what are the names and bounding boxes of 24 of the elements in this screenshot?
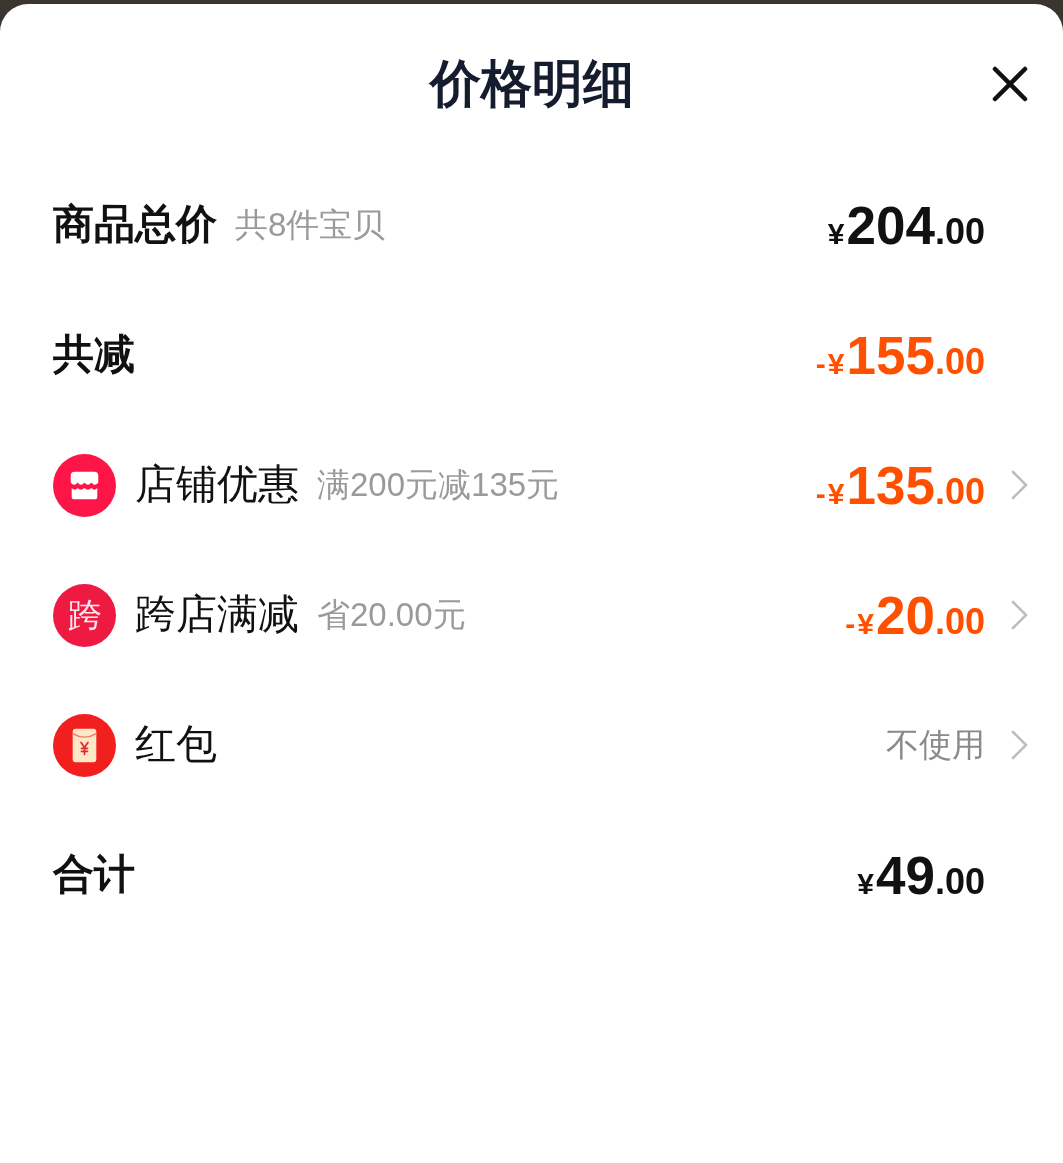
money-envelope-icon	[53, 713, 116, 777]
store-icon	[53, 453, 116, 517]
row-value: 不使用	[886, 725, 985, 765]
row-label: 跨店满减	[135, 590, 299, 640]
row-label: 合计	[53, 850, 135, 900]
chevron-icon[interactable]	[1011, 600, 1028, 630]
row-label: 共减	[53, 330, 135, 380]
close-icon	[992, 66, 1028, 102]
sheet-title: 价格明细	[429, 54, 634, 115]
row-note: 满200元减135元	[317, 465, 560, 505]
price-amount: ¥204.00	[827, 198, 985, 252]
row-label: 商品总价	[53, 200, 217, 250]
price-amount: -¥20.00	[845, 588, 985, 642]
price-amount: -¥155.00	[815, 328, 985, 382]
price-amount: ¥49.00	[857, 848, 985, 902]
cross-store-badge: 跨	[53, 583, 116, 647]
row-label: 店铺优惠	[135, 460, 299, 510]
row-note: 省20.00元	[317, 595, 466, 635]
chevron-icon[interactable]	[1011, 470, 1028, 500]
row-note: 共8件宝贝	[235, 205, 386, 245]
close-button[interactable]	[992, 66, 1028, 102]
chevron-icon[interactable]	[1011, 730, 1028, 760]
row-label: 红包	[135, 720, 217, 770]
price-amount: -¥135.00	[815, 458, 985, 512]
